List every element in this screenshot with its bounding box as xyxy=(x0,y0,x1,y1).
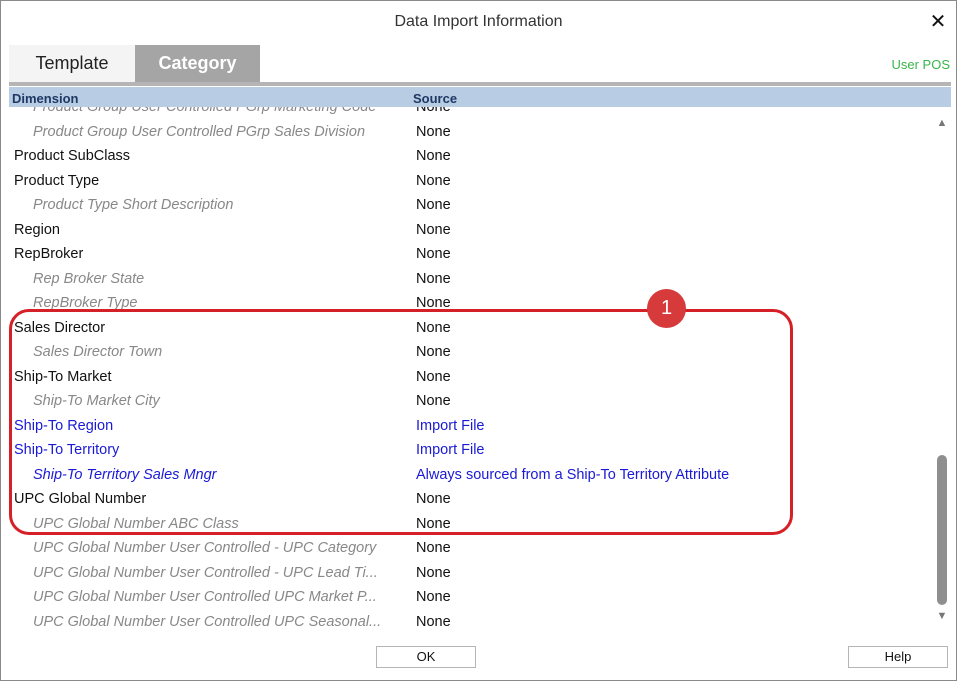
source-cell[interactable]: None xyxy=(416,344,451,360)
table-row[interactable]: Product Group User Controlled PGrp Sales… xyxy=(9,120,933,145)
table-row[interactable]: Ship-To Territory Import File xyxy=(9,438,933,463)
table-row[interactable]: Sales Director None xyxy=(9,316,933,341)
source-cell[interactable]: None xyxy=(416,148,451,164)
source-cell[interactable]: None xyxy=(416,393,451,409)
dimension-cell: Ship-To Market City xyxy=(33,393,160,409)
dimension-cell: Product Group User Controlled PGrp Sales… xyxy=(33,123,366,140)
tab-category[interactable]: Category xyxy=(135,45,260,82)
scroll-down-arrow-icon[interactable]: ▼ xyxy=(936,610,948,622)
source-cell[interactable]: None xyxy=(416,295,451,311)
dimension-cell: Region xyxy=(14,221,60,238)
source-cell[interactable]: Always sourced from a Ship-To Territory … xyxy=(416,467,729,483)
close-icon[interactable]: ✕ xyxy=(928,10,948,34)
table-row[interactable]: Ship-To Market None xyxy=(9,365,933,390)
help-button[interactable]: Help xyxy=(848,646,948,668)
title-bar: Data Import Information ✕ xyxy=(1,1,956,45)
scroll-thumb[interactable] xyxy=(937,455,947,605)
source-cell[interactable]: None xyxy=(416,222,451,238)
dimension-cell: UPC Global Number User Controlled - UPC … xyxy=(33,564,378,581)
scroll-up-arrow-icon[interactable]: ▲ xyxy=(936,117,948,129)
callout-badge: 1 xyxy=(647,289,686,328)
source-cell[interactable]: None xyxy=(416,491,451,507)
dimension-cell: Product Type Short Description xyxy=(33,197,234,213)
source-cell[interactable]: None xyxy=(416,320,451,336)
source-cell[interactable]: Import File xyxy=(416,418,485,434)
source-cell[interactable]: None xyxy=(416,173,451,189)
table-row[interactable]: Rep Broker State None xyxy=(9,267,933,292)
table-row[interactable]: UPC Global Number None xyxy=(9,487,933,512)
source-cell[interactable]: None xyxy=(416,124,451,140)
dimension-cell: UPC Global Number User Controlled UPC Ma… xyxy=(33,589,377,605)
dimension-cell: Ship-To Territory xyxy=(14,442,120,458)
dimension-cell: Ship-To Market xyxy=(14,368,112,385)
dimension-cell: RepBroker Type xyxy=(33,295,138,311)
dimension-cell: RepBroker xyxy=(14,246,84,262)
table-row[interactable]: UPC Global Number User Controlled UPC Se… xyxy=(9,610,933,634)
source-cell[interactable]: None xyxy=(416,516,451,532)
column-header-dimension[interactable]: Dimension xyxy=(12,91,78,106)
data-import-dialog: Data Import Information ✕ Template Categ… xyxy=(0,0,957,681)
dimension-grid: Product Group User Controlled PGrp Marke… xyxy=(9,107,933,633)
dimension-cell: Rep Broker State xyxy=(33,270,145,287)
table-row[interactable]: UPC Global Number User Controlled - UPC … xyxy=(9,536,933,561)
dimension-cell: Ship-To Territory Sales Mngr xyxy=(33,466,217,483)
table-row[interactable]: UPC Global Number User Controlled - UPC … xyxy=(9,561,933,586)
table-row[interactable]: UPC Global Number ABC Class None xyxy=(9,512,933,537)
dimension-cell: UPC Global Number xyxy=(14,491,147,507)
vertical-scrollbar[interactable]: ▲ ▼ xyxy=(933,107,951,633)
dimension-cell: UPC Global Number User Controlled UPC Se… xyxy=(33,613,382,630)
dialog-title: Data Import Information xyxy=(394,13,563,30)
tab-template[interactable]: Template xyxy=(9,45,135,82)
dimension-cell: UPC Global Number ABC Class xyxy=(33,515,239,532)
column-header-source[interactable]: Source xyxy=(413,91,457,106)
table-row[interactable]: RepBroker None xyxy=(9,242,933,267)
source-cell[interactable]: None xyxy=(416,197,451,213)
table-row[interactable]: Ship-To Territory Sales Mngr Always sourc… xyxy=(9,463,933,488)
source-cell[interactable]: None xyxy=(416,271,451,287)
source-cell[interactable]: Import File xyxy=(416,442,485,458)
table-row[interactable]: Product Group User Controlled PGrp Marke… xyxy=(9,107,933,120)
table-row[interactable]: Sales Director Town None xyxy=(9,340,933,365)
source-cell[interactable]: None xyxy=(416,565,451,581)
dimension-cell: UPC Global Number User Controlled - UPC … xyxy=(33,540,377,556)
table-row[interactable]: Ship-To Region Import File xyxy=(9,414,933,439)
user-pos-label: User POS xyxy=(891,57,950,72)
source-cell[interactable]: None xyxy=(416,369,451,385)
dimension-cell: Sales Director Town xyxy=(33,344,163,360)
table-row[interactable]: Product Type Short Description None xyxy=(9,193,933,218)
dimension-cell: Product Type xyxy=(14,172,100,189)
dimension-cell: Ship-To Region xyxy=(14,417,114,434)
tab-divider xyxy=(9,82,951,86)
table-row[interactable]: UPC Global Number User Controlled UPC Ma… xyxy=(9,585,933,610)
source-cell[interactable]: None xyxy=(416,589,451,605)
dimension-cell: Sales Director xyxy=(14,319,106,336)
table-row[interactable]: RepBroker Type None xyxy=(9,291,933,316)
source-cell[interactable]: None xyxy=(416,246,451,262)
ok-button[interactable]: OK xyxy=(376,646,476,668)
grid-header: Dimension Source xyxy=(9,87,951,107)
dimension-cell: Product Group User Controlled PGrp Marke… xyxy=(33,107,377,115)
table-row[interactable]: Product Type None xyxy=(9,169,933,194)
source-cell[interactable]: None xyxy=(416,107,451,115)
table-row[interactable]: Region None xyxy=(9,218,933,243)
source-cell[interactable]: None xyxy=(416,540,451,556)
dimension-cell: Product SubClass xyxy=(14,148,131,164)
table-row[interactable]: Product SubClass None xyxy=(9,144,933,169)
source-cell[interactable]: None xyxy=(416,614,451,630)
table-row[interactable]: Ship-To Market City None xyxy=(9,389,933,414)
